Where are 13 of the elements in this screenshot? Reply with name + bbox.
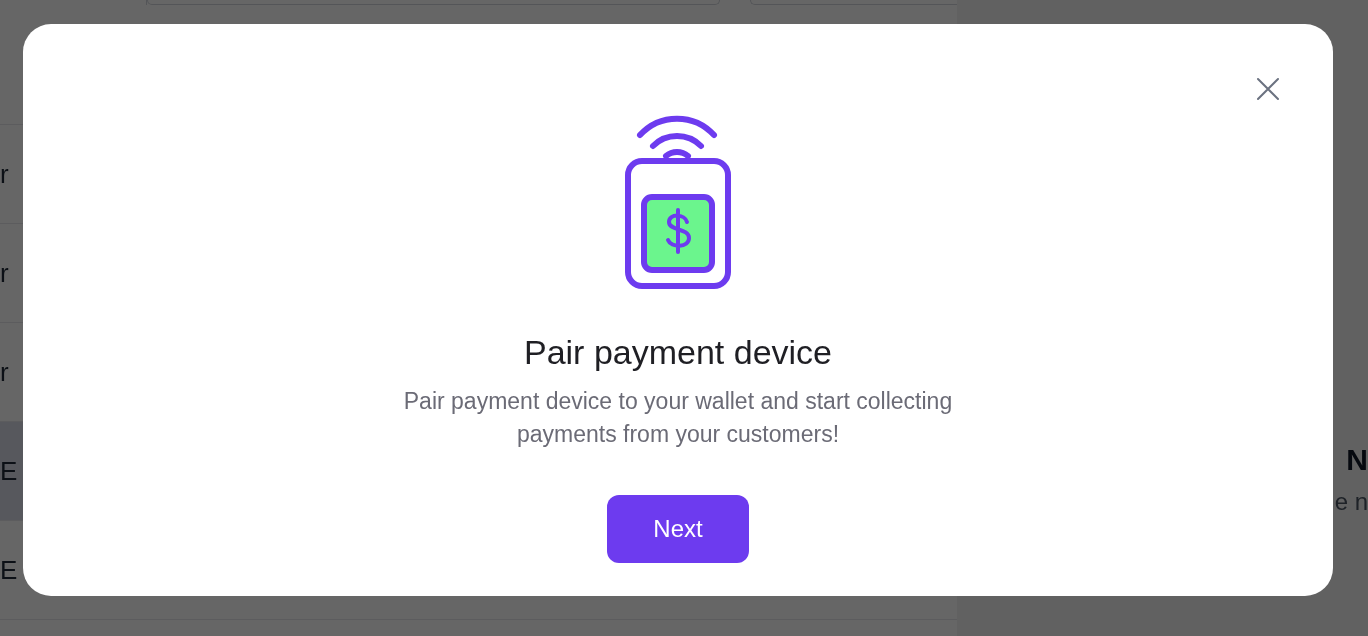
- dialog-title: Pair payment device: [523, 332, 832, 373]
- payment-terminal-icon: [625, 115, 731, 289]
- panel-text: e n: [1334, 487, 1368, 517]
- row-text: r: [0, 256, 9, 290]
- close-button[interactable]: [1255, 76, 1281, 102]
- dialog-description: Pair payment device to your wallet and start collecting payments from your customers!: [402, 387, 954, 449]
- close-icon: [1256, 77, 1280, 101]
- row-text: E: [0, 553, 18, 587]
- next-button[interactable]: Next: [607, 495, 749, 563]
- row-text: E: [0, 454, 18, 488]
- panel-title: N: [1346, 442, 1368, 478]
- row-text: r: [0, 355, 9, 389]
- row-text: r: [0, 157, 9, 191]
